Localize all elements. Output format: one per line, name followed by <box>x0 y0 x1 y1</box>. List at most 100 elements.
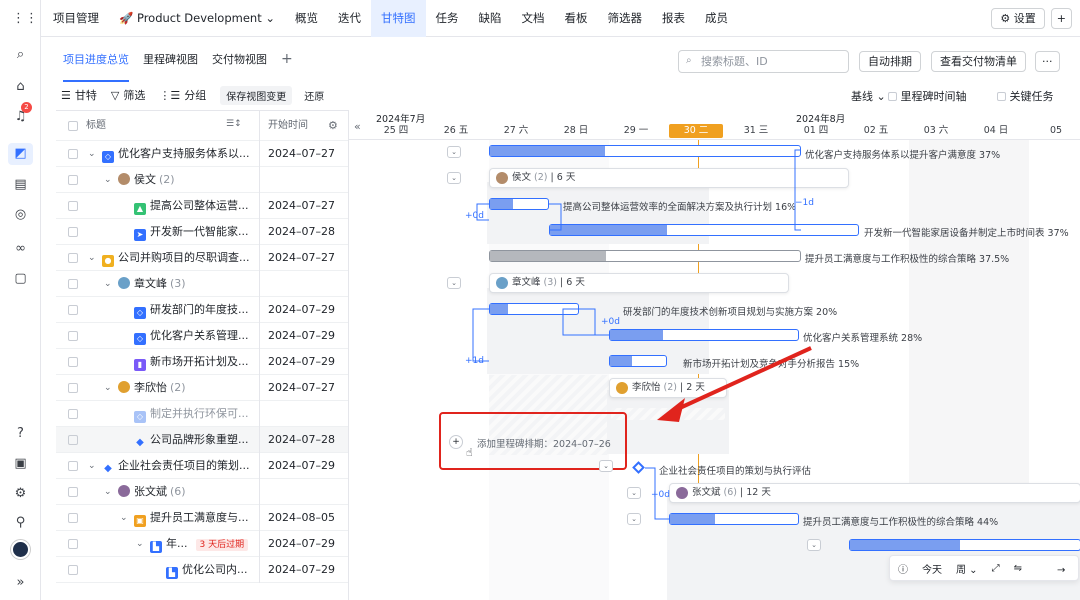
row-title[interactable]: 张文斌 (6) <box>118 479 252 505</box>
table-row[interactable]: ⌄ ◆ 企业社会责任项目的策划... 2024–07–29 <box>56 453 348 479</box>
expand-caret-icon[interactable]: ⌄ <box>136 531 144 557</box>
row-checkbox[interactable] <box>68 487 78 497</box>
project-icon[interactable]: ◩ <box>8 143 33 165</box>
expand-caret-icon[interactable]: ⌄ <box>104 375 112 401</box>
table-row[interactable]: ➤ 开发新一代智能家... 2024–07–28 <box>56 219 348 245</box>
row-start-date[interactable]: 2024–07–29 <box>259 323 348 349</box>
tab-overview[interactable]: 项目进度总览 <box>63 37 129 82</box>
table-row[interactable]: ⌄ ▣ 提升员工满意度与... 2024–08–05 <box>56 505 348 531</box>
nav-reports[interactable]: 报表 <box>652 0 695 37</box>
nav-bugs[interactable]: 缺陷 <box>469 0 512 37</box>
row-start-date[interactable] <box>259 167 348 193</box>
row-checkbox[interactable] <box>68 435 78 445</box>
row-checkbox[interactable] <box>68 305 78 315</box>
nav-board[interactable]: 看板 <box>555 0 598 37</box>
expand-caret-icon[interactable]: ⌄ <box>104 271 112 297</box>
row-checkbox[interactable] <box>68 149 78 159</box>
link-icon[interactable]: ∞ <box>12 240 29 257</box>
row-checkbox[interactable] <box>68 383 78 393</box>
row-title[interactable]: ▙ 年... 3 天后过期 <box>150 531 252 557</box>
nav-iteration[interactable]: 迭代 <box>328 0 371 37</box>
select-all-checkbox[interactable] <box>68 121 78 131</box>
row-checkbox[interactable] <box>68 357 78 367</box>
group-button[interactable]: ⋮☰ 分组 <box>159 87 206 103</box>
row-title[interactable]: ● 公司并购项目的尽职调查... <box>102 245 252 271</box>
row-title[interactable]: ➤ 开发新一代智能家... <box>134 219 252 245</box>
row-start-date[interactable]: 2024–07–28 <box>259 427 348 453</box>
row-title[interactable]: ▲ 提高公司整体运营... <box>134 193 252 219</box>
row-start-date[interactable]: 2024–07–27 <box>259 193 348 219</box>
table-row[interactable]: ⌄ ● 公司并购项目的尽职调查... 2024–07–27 <box>56 245 348 271</box>
expand-caret-icon[interactable]: ⌄ <box>88 141 96 167</box>
row-title[interactable]: ◇ 制定并执行环保可... <box>134 401 252 427</box>
row-title[interactable]: ▣ 提升员工满意度与... <box>134 505 252 531</box>
row-checkbox[interactable] <box>68 539 78 549</box>
home-icon[interactable]: ⌂ <box>12 78 29 95</box>
search-icon[interactable]: ⌕ <box>12 46 29 63</box>
info-icon[interactable]: ⓘ <box>898 561 908 576</box>
expand-caret-icon[interactable]: ⌄ <box>120 505 128 531</box>
row-start-date[interactable]: 2024–08–05 <box>259 505 348 531</box>
fullscreen-icon[interactable]: ⤢ <box>992 563 1000 574</box>
column-settings-icon[interactable]: ⚙ <box>328 119 338 132</box>
inbox-icon[interactable]: ▣ <box>12 455 29 472</box>
row-start-date[interactable]: 2024–07–28 <box>259 219 348 245</box>
search-input[interactable]: 搜索标题、ID <box>678 50 849 73</box>
nav-project-select[interactable]: 🚀 Product Development ⌄ <box>109 0 285 37</box>
table-row[interactable]: ▲ 提高公司整体运营... 2024–07–27 <box>56 193 348 219</box>
row-start-date[interactable]: 2024–07–27 <box>259 245 348 271</box>
row-checkbox[interactable] <box>68 461 78 471</box>
row-start-date[interactable]: 2024–07–29 <box>259 349 348 375</box>
row-start-date[interactable]: 2024–07–29 <box>259 297 348 323</box>
row-start-date[interactable]: 2024–07–29 <box>259 557 348 583</box>
expand-caret-icon[interactable]: ⌄ <box>88 453 96 479</box>
row-checkbox[interactable] <box>68 227 78 237</box>
table-row[interactable]: ◇ 优化客户关系管理... 2024–07–29 <box>56 323 348 349</box>
table-row[interactable]: ◇ 制定并执行环保可... <box>56 401 348 427</box>
add-user-icon[interactable]: ⚲ <box>12 514 29 531</box>
add-tab-button[interactable]: + <box>281 37 293 82</box>
table-row[interactable]: ◆ 公司品牌形象重塑... 2024–07–28 <box>56 427 348 453</box>
save-view-button[interactable]: 保存视图变更 <box>220 85 293 105</box>
nav-docs[interactable]: 文档 <box>512 0 555 37</box>
expand-icon[interactable]: » <box>12 574 29 591</box>
row-checkbox[interactable] <box>68 565 78 575</box>
settings-button[interactable]: ⚙ 设置 <box>991 8 1045 29</box>
row-title[interactable]: ◆ 公司品牌形象重塑... <box>134 427 252 453</box>
today-button[interactable]: 今天 <box>922 561 942 576</box>
row-start-date[interactable]: 2024–07–27 <box>259 375 348 401</box>
row-start-date[interactable] <box>259 479 348 505</box>
table-row[interactable]: ▮ 新市场开拓计划及... 2024–07–29 <box>56 349 348 375</box>
row-checkbox[interactable] <box>68 331 78 341</box>
table-row[interactable]: ⌄ 李欣怡 (2) 2024–07–27 <box>56 375 348 401</box>
row-title[interactable]: ▙ 优化公司内... <box>166 557 252 583</box>
nav-members[interactable]: 成员 <box>695 0 738 37</box>
nav-tasks[interactable]: 任务 <box>426 0 469 37</box>
nav-filters[interactable]: 筛选器 <box>598 0 653 37</box>
nav-overview[interactable]: 概览 <box>285 0 328 37</box>
table-row[interactable]: ◇ 研发部门的年度技... 2024–07–29 <box>56 297 348 323</box>
apps-grid-icon[interactable]: ⋮⋮ <box>12 10 38 27</box>
adjust-icon[interactable]: ⇋ <box>1014 563 1022 574</box>
expand-caret-icon[interactable]: ⌄ <box>88 245 96 271</box>
nav-project-management[interactable]: 项目管理 <box>41 0 109 37</box>
restore-button[interactable]: 还原 <box>298 86 330 105</box>
expand-caret-icon[interactable]: ⌄ <box>104 479 112 505</box>
table-row[interactable]: ⌄ 张文斌 (6) <box>56 479 348 505</box>
baseline-dropdown[interactable]: 基线 ⌄ <box>851 88 886 104</box>
row-start-date[interactable] <box>259 271 348 297</box>
row-start-date[interactable]: 2024–07–29 <box>259 531 348 557</box>
target-icon[interactable]: ◎ <box>12 206 29 223</box>
table-row[interactable]: ⌄ 侯文 (2) <box>56 167 348 193</box>
row-checkbox[interactable] <box>68 409 78 419</box>
row-title[interactable]: ◇ 研发部门的年度技... <box>134 297 252 323</box>
arrow-right-icon[interactable]: → <box>1057 565 1065 576</box>
row-start-date[interactable] <box>259 401 348 427</box>
filter-button[interactable]: ▽ 筛选 <box>111 87 145 103</box>
row-checkbox[interactable] <box>68 175 78 185</box>
file-icon[interactable]: ▢ <box>12 270 29 287</box>
milestone-axis-checkbox[interactable]: 里程碑时间轴 <box>888 88 967 104</box>
key-task-checkbox[interactable]: 关键任务 <box>997 88 1054 104</box>
tab-deliverables[interactable]: 交付物视图 <box>212 37 267 82</box>
avatar[interactable] <box>11 540 30 559</box>
